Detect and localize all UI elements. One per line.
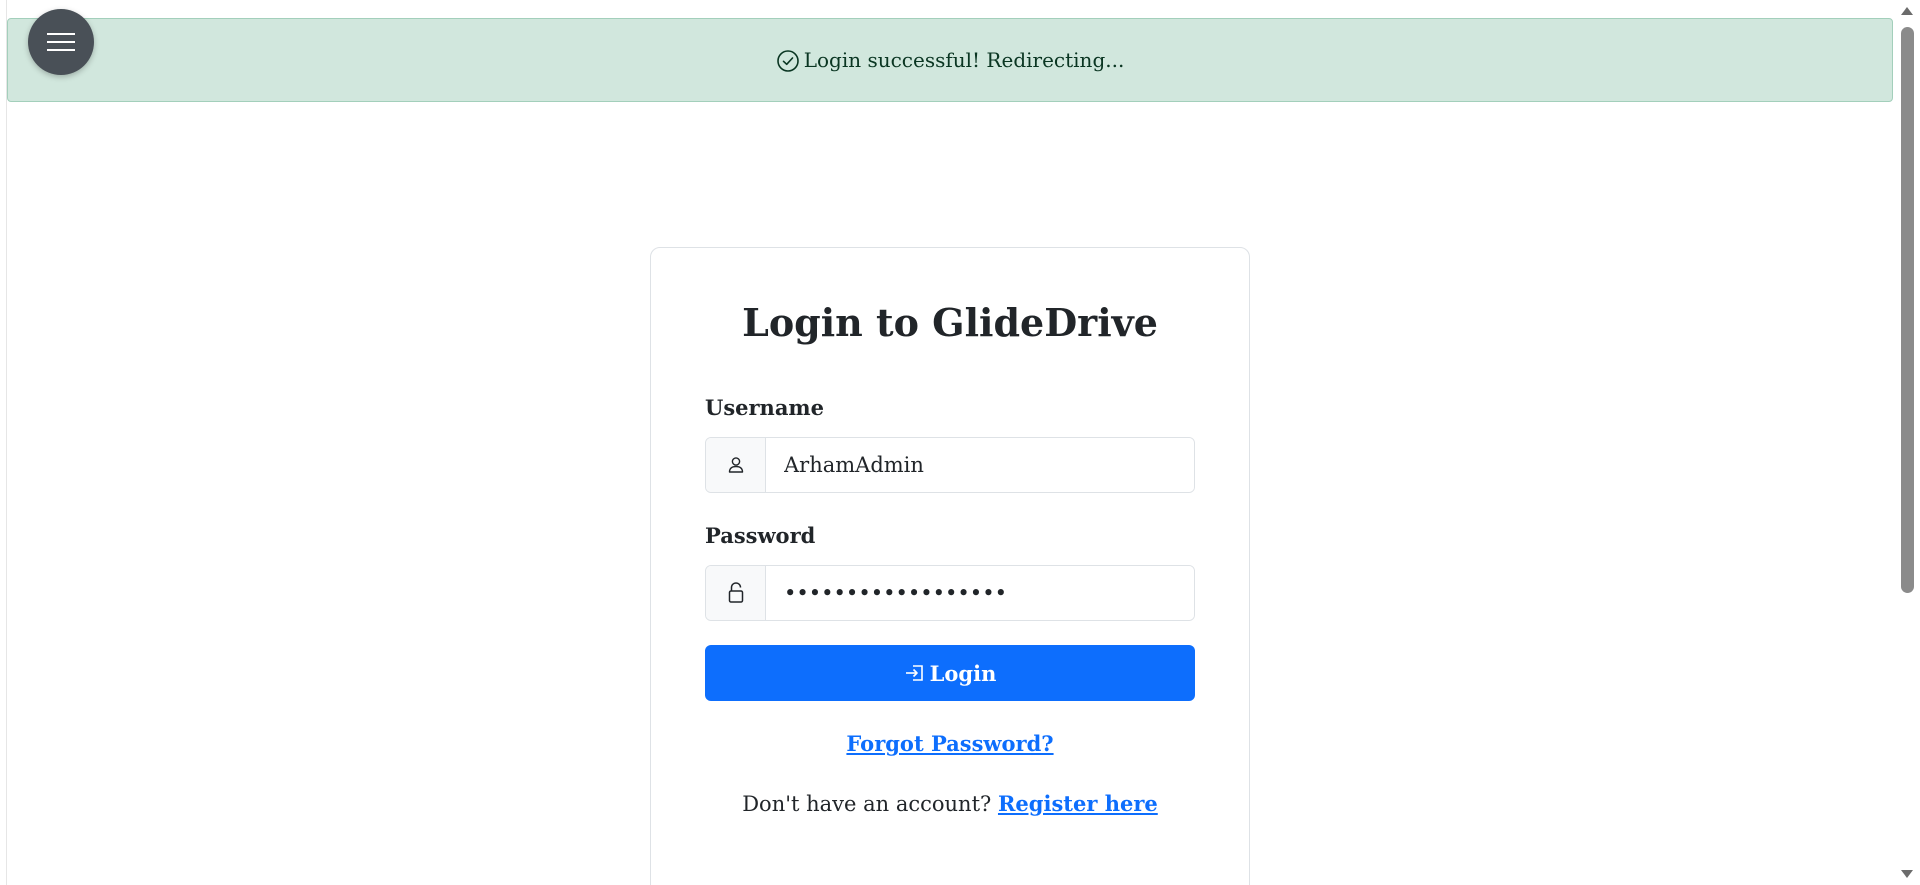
username-addon — [706, 438, 766, 492]
password-input-group — [705, 565, 1195, 621]
forgot-password-link[interactable]: Forgot Password? — [846, 731, 1053, 756]
check-circle-icon — [776, 50, 799, 72]
scroll-down-arrow-icon[interactable] — [1901, 870, 1913, 878]
forgot-password-row: Forgot Password? — [651, 731, 1249, 756]
scrollbar-thumb[interactable] — [1901, 27, 1914, 593]
register-link[interactable]: Register here — [998, 791, 1158, 816]
menu-toggle-button[interactable] — [28, 9, 94, 75]
username-input[interactable] — [766, 438, 1194, 492]
hamburger-icon — [47, 33, 75, 51]
page-viewport: Login successful! Redirecting... Login t… — [6, 0, 1895, 885]
box-arrow-in-right-icon — [905, 665, 923, 681]
person-icon — [728, 457, 743, 473]
lock-icon — [728, 582, 743, 603]
username-label: Username — [705, 395, 825, 420]
login-card: Login to GlideDrive Username Password — [650, 247, 1250, 885]
alert-message: Login successful! Redirecting... — [803, 48, 1125, 72]
scroll-up-arrow-icon[interactable] — [1901, 7, 1913, 15]
password-label: Password — [705, 523, 816, 548]
password-input[interactable] — [766, 566, 1194, 620]
register-row: Don't have an account? Register here — [651, 791, 1249, 816]
success-alert: Login successful! Redirecting... — [7, 18, 1893, 102]
login-button[interactable]: Login — [705, 645, 1195, 701]
password-addon — [706, 566, 766, 620]
vertical-scrollbar[interactable] — [1894, 0, 1920, 885]
login-title: Login to GlideDrive — [742, 300, 1158, 345]
username-input-group — [705, 437, 1195, 493]
login-button-label: Login — [929, 660, 997, 686]
register-prompt: Don't have an account? — [742, 792, 992, 816]
